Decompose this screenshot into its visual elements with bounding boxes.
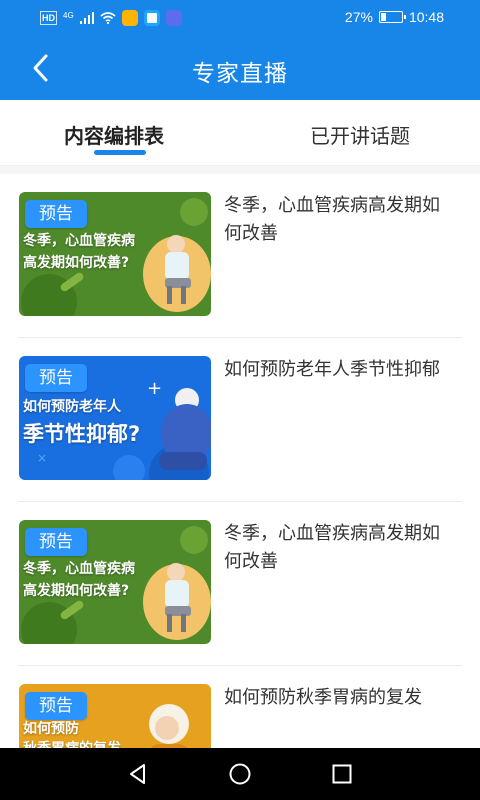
item-title: 如何预防老年人季节性抑郁 — [224, 359, 440, 380]
system-nav-bar — [0, 748, 480, 800]
preview-badge: 预告 — [25, 528, 87, 556]
list-item[interactable]: 预告 冬季，心血管疾病 高发期如何改善? 冬季，心血管疾病高发期如何改善 — [18, 174, 462, 338]
thumbnail-caption: 冬季，心血管疾病 — [23, 233, 135, 249]
battery-percent: 27% — [344, 9, 373, 25]
nav-recents-icon[interactable] — [330, 762, 354, 786]
svg-text:+: + — [147, 378, 162, 399]
nav-back-icon[interactable] — [126, 762, 150, 786]
list-item[interactable]: + × 预告 如何预防老年人 季节性抑郁? 如何预防老年人季节性抑郁 — [18, 338, 462, 502]
wifi-icon — [100, 12, 116, 24]
battery-icon — [378, 11, 406, 23]
signal-icon — [79, 12, 94, 24]
tab-schedule[interactable]: 内容编排表 — [64, 120, 164, 149]
tab-bar: 内容编排表 已开讲话题 — [0, 100, 480, 166]
thumbnail-caption: 季节性抑郁? — [23, 422, 141, 446]
thumbnail-caption: 秋季胃病的复发 — [23, 738, 121, 748]
status-right: 27% 10:48 — [345, 9, 444, 25]
nav-bar: 专家直播 — [0, 36, 480, 100]
list-item[interactable]: 预告 如何预防 秋季胃病的复发 如何预防秋季胃病的复发 — [18, 666, 462, 748]
active-tab-indicator — [94, 150, 146, 155]
item-title: 冬季，心血管疾病高发期如何改善 — [224, 523, 440, 572]
broadcast-list: 预告 冬季，心血管疾病 高发期如何改善? 冬季，心血管疾病高发期如何改善 + ×… — [0, 174, 480, 748]
list-item[interactable]: 预告 冬季，心血管疾病 高发期如何改善? 冬季，心血管疾病高发期如何改善 — [18, 502, 462, 666]
section-divider — [0, 166, 480, 174]
app-notification-icon — [165, 10, 182, 26]
status-left: HD 4G — [40, 10, 182, 26]
network-type: 4G — [63, 10, 74, 20]
item-title: 冬季，心血管疾病高发期如何改善 — [224, 195, 440, 244]
thumbnail-caption: 高发期如何改善? — [23, 583, 130, 599]
preview-badge: 预告 — [25, 200, 87, 228]
thumbnail-caption: 如何预防 — [23, 721, 79, 737]
app-notification-icon — [121, 10, 138, 26]
tab-past-topics[interactable]: 已开讲话题 — [310, 120, 410, 149]
item-thumbnail: 预告 如何预防 秋季胃病的复发 — [19, 684, 211, 748]
item-title: 如何预防秋季胃病的复发 — [224, 687, 422, 708]
item-thumbnail: + × 预告 如何预防老年人 季节性抑郁? — [19, 356, 211, 480]
clock: 10:48 — [408, 9, 444, 25]
page-title: 专家直播 — [192, 61, 288, 87]
item-thumbnail: 预告 冬季，心血管疾病 高发期如何改善? — [19, 192, 211, 316]
svg-text:×: × — [37, 451, 47, 465]
status-bar: HD 4G 27% 10:48 — [0, 0, 480, 36]
app-header: HD 4G 27% 10:48 专家直播 — [0, 0, 480, 100]
thumbnail-caption: 如何预防老年人 — [23, 399, 121, 415]
hd-badge: HD — [40, 11, 57, 25]
preview-badge: 预告 — [25, 692, 87, 720]
thumbnail-caption: 高发期如何改善? — [23, 255, 130, 271]
nav-home-icon[interactable] — [228, 762, 252, 786]
app-notification-icon — [143, 10, 160, 26]
preview-badge: 预告 — [25, 364, 87, 392]
item-thumbnail: 预告 冬季，心血管疾病 高发期如何改善? — [19, 520, 211, 644]
thumbnail-caption: 冬季，心血管疾病 — [23, 561, 135, 577]
